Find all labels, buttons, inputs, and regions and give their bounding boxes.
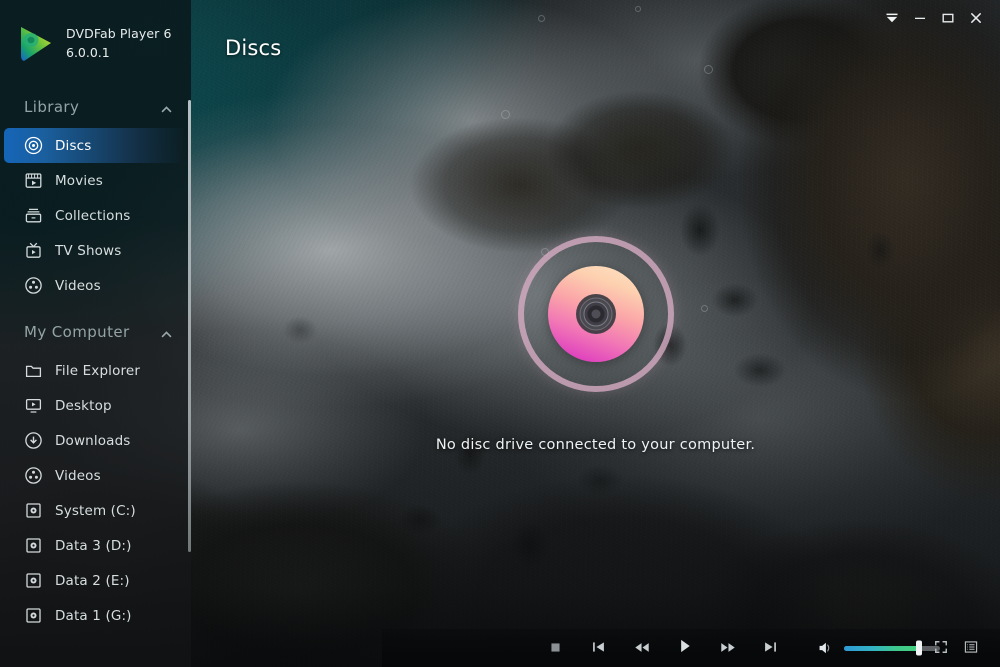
sidebar-item-data-3-d[interactable]: Data 3 (D:) xyxy=(4,528,185,563)
decor-bubble xyxy=(501,110,510,119)
empty-state: No disc drive connected to your computer… xyxy=(191,236,1000,453)
disc-icon xyxy=(24,136,43,155)
sidebar-item-collections[interactable]: Collections xyxy=(4,198,185,233)
sidebar-item-desktop[interactable]: Desktop xyxy=(4,388,185,423)
close-button[interactable] xyxy=(962,6,990,30)
sidebar-item-label-discs: Discs xyxy=(55,137,92,154)
playlist-button[interactable] xyxy=(956,635,986,661)
drive-icon xyxy=(24,606,43,625)
sidebar-group-my-computer[interactable]: My Computer xyxy=(0,317,191,347)
sidebar-group-library[interactable]: Library xyxy=(0,92,191,122)
disc-graphic xyxy=(517,236,674,392)
transport-controls xyxy=(534,633,792,663)
disc-body xyxy=(547,266,644,362)
sidebar-item-label-data-1-g: Data 1 (G:) xyxy=(55,607,132,624)
stop-button[interactable] xyxy=(534,633,577,663)
sidebar-item-label-system-c: System (C:) xyxy=(55,502,136,519)
caret-down-menu-icon xyxy=(885,11,899,25)
volume-control[interactable] xyxy=(814,637,940,659)
collections-icon xyxy=(24,206,43,225)
skip-next-icon xyxy=(763,639,778,658)
stop-icon xyxy=(549,639,562,658)
volume-handle[interactable] xyxy=(915,640,922,656)
empty-state-message: No disc drive connected to your computer… xyxy=(435,437,756,453)
sidebar-nav: Library Discs Movies Collections TV Show… xyxy=(0,88,191,633)
sidebar-item-label-desktop: Desktop xyxy=(55,397,112,414)
drive-icon xyxy=(24,571,43,590)
sidebar: DVDFab Player 6 6.0.0.1 Library Discs Mo… xyxy=(0,0,191,667)
folder-icon xyxy=(24,361,43,380)
sidebar-item-discs[interactable]: Discs xyxy=(4,128,185,163)
sidebar-item-videos-library[interactable]: Videos xyxy=(4,268,185,303)
playlist-icon xyxy=(964,639,978,658)
play-button[interactable] xyxy=(663,633,706,663)
sidebar-item-system-c[interactable]: System (C:) xyxy=(4,493,185,528)
play-icon xyxy=(678,638,692,658)
rewind-button[interactable] xyxy=(620,633,663,663)
decor-bubble xyxy=(704,65,713,74)
secondary-controls xyxy=(926,635,986,661)
sidebar-item-downloads[interactable]: Downloads xyxy=(4,423,185,458)
sidebar-item-label-videos-computer: Videos xyxy=(55,467,101,484)
chevron-up-icon[interactable] xyxy=(160,101,173,114)
dvdfab-play-logo-icon xyxy=(14,23,56,65)
sidebar-item-data-1-g[interactable]: Data 1 (G:) xyxy=(4,598,185,633)
sidebar-item-label-data-2-e: Data 2 (E:) xyxy=(55,572,130,589)
app-name: DVDFab Player 6 xyxy=(66,26,172,41)
drive-icon xyxy=(24,501,43,520)
fullscreen-button[interactable] xyxy=(926,635,956,661)
sidebar-item-label-tv-shows: TV Shows xyxy=(55,242,122,259)
main-content: Discs No disc drive connected to your co… xyxy=(191,0,1000,667)
skip-previous-icon xyxy=(591,639,606,658)
window-controls xyxy=(878,6,990,30)
dvdfab-player-window: DVDFab Player 6 6.0.0.1 Library Discs Mo… xyxy=(0,0,1000,667)
sidebar-item-label-data-3-d: Data 3 (D:) xyxy=(55,537,132,554)
fast-forward-icon xyxy=(720,639,736,658)
minimize-button[interactable] xyxy=(906,6,934,30)
drive-icon xyxy=(24,536,43,555)
sidebar-item-tv-shows[interactable]: TV Shows xyxy=(4,233,185,268)
sidebar-item-label-movies: Movies xyxy=(55,172,103,189)
tv-icon xyxy=(24,241,43,260)
monitor-icon xyxy=(24,396,43,415)
sidebar-item-label-collections: Collections xyxy=(55,207,131,224)
clapperboard-icon xyxy=(24,171,43,190)
sidebar-group-title-library: Library xyxy=(24,98,80,116)
close-icon xyxy=(969,11,983,25)
sidebar-item-movies[interactable]: Movies xyxy=(4,163,185,198)
maximize-button[interactable] xyxy=(934,6,962,30)
sidebar-item-videos-computer[interactable]: Videos xyxy=(4,458,185,493)
speaker-icon[interactable] xyxy=(814,637,836,659)
volume-fill xyxy=(844,645,919,651)
sidebar-item-data-2-e[interactable]: Data 2 (E:) xyxy=(4,563,185,598)
sidebar-group-title-my-computer: My Computer xyxy=(24,323,130,341)
playback-control-bar xyxy=(382,629,1000,667)
maximize-icon xyxy=(941,11,955,25)
app-brand: DVDFab Player 6 6.0.0.1 xyxy=(0,0,191,88)
decor-bubble xyxy=(538,15,545,22)
next-button[interactable] xyxy=(749,633,792,663)
fullscreen-icon xyxy=(934,639,948,658)
minimize-icon xyxy=(913,11,927,25)
chevron-up-icon[interactable] xyxy=(160,326,173,339)
sidebar-item-label-videos-library: Videos xyxy=(55,277,101,294)
download-icon xyxy=(24,431,43,450)
sidebar-item-label-downloads: Downloads xyxy=(55,432,131,449)
film-reel-icon xyxy=(24,466,43,485)
film-reel-icon xyxy=(24,276,43,295)
menu-button[interactable] xyxy=(878,6,906,30)
sidebar-item-file-explorer[interactable]: File Explorer xyxy=(4,353,185,388)
sidebar-item-label-file-explorer: File Explorer xyxy=(55,362,141,379)
page-title: Discs xyxy=(225,36,282,60)
app-version: 6.0.0.1 xyxy=(66,45,110,60)
previous-button[interactable] xyxy=(577,633,620,663)
fast-forward-button[interactable] xyxy=(706,633,749,663)
decor-bubble xyxy=(635,6,641,12)
rewind-icon xyxy=(634,639,650,658)
